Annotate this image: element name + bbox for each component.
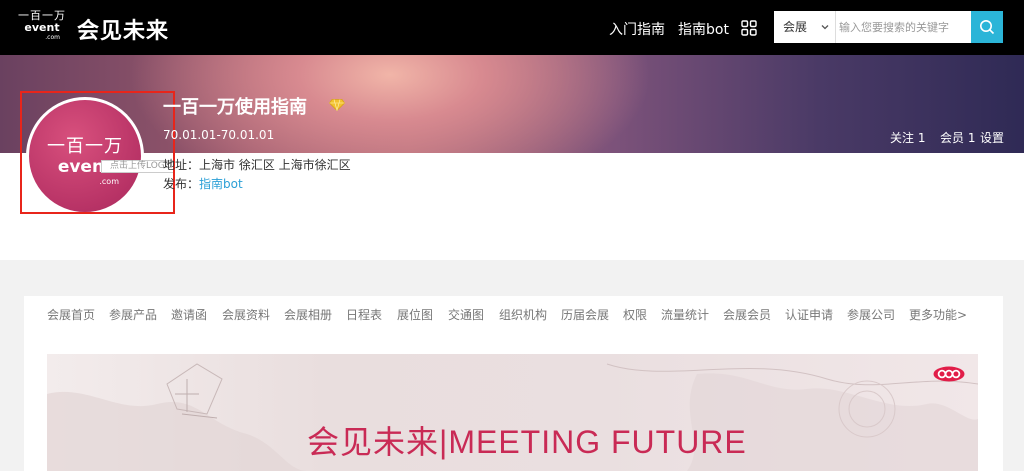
tab-members[interactable]: 会展会员 [723, 306, 771, 323]
tab-invitation[interactable]: 邀请函 [171, 306, 207, 323]
tab-products[interactable]: 参展产品 [109, 306, 157, 323]
search-icon [980, 20, 995, 35]
page-title: 一百一万使用指南 [163, 97, 307, 118]
settings-link[interactable]: 设置 [980, 129, 1004, 146]
search-button[interactable] [971, 11, 1003, 43]
event-address: 地址：上海市 徐汇区 上海市徐汇区 [163, 158, 351, 172]
chevron-down-icon [821, 25, 829, 30]
publisher-line: 发布：指南bot [163, 175, 243, 192]
tab-past-events[interactable]: 历届会展 [561, 306, 609, 323]
site-logo[interactable]: 一百一万 event .com [18, 10, 66, 44]
nav-guide-bot[interactable]: 指南bot [678, 19, 729, 39]
avatar-highlight-box [20, 91, 175, 214]
tab-materials[interactable]: 会展资料 [222, 306, 270, 323]
grid-apps-icon[interactable] [741, 20, 757, 36]
tab-home[interactable]: 会展首页 [47, 306, 95, 323]
tab-exhibitors[interactable]: 参展公司 [847, 306, 895, 323]
hero-slogan-text: 会见未来|MEETING FUTURE [307, 424, 747, 460]
publisher-label: 发布： [163, 177, 200, 191]
follow-count[interactable]: 关注 1 [890, 129, 925, 146]
diamond-icon [329, 99, 345, 111]
logo-domain-text: .com [45, 34, 60, 41]
top-navbar: 一百一万 event .com 会见未来 入门指南 指南bot 会展 [0, 0, 1024, 55]
search-bar: 会展 [774, 11, 1003, 43]
tab-schedule[interactable]: 日程表 [346, 306, 382, 323]
tab-booth-map[interactable]: 展位图 [397, 306, 433, 323]
tab-traffic-stats[interactable]: 流量统计 [661, 306, 709, 323]
logo-event-text: event [24, 21, 60, 34]
tab-permissions[interactable]: 权限 [623, 306, 647, 323]
member-count[interactable]: 会员 1 [940, 129, 975, 146]
tab-more[interactable]: 更多功能> [909, 306, 967, 323]
search-category-value: 会展 [783, 20, 808, 34]
tab-organization[interactable]: 组织机构 [499, 306, 547, 323]
tab-certification[interactable]: 认证申请 [785, 306, 833, 323]
search-category-select[interactable]: 会展 [774, 11, 836, 43]
event-logo-icon [933, 366, 965, 382]
search-input[interactable] [837, 11, 971, 43]
site-slogan: 会见未来 [77, 19, 170, 44]
nav-getting-started[interactable]: 入门指南 [609, 19, 665, 39]
tab-album[interactable]: 会展相册 [284, 306, 332, 323]
tab-traffic-map[interactable]: 交通图 [448, 306, 484, 323]
publisher-link[interactable]: 指南bot [199, 177, 243, 191]
event-dates: 70.01.01-70.01.01 [163, 128, 275, 142]
hero-banner-image: 会见未来|MEETING FUTURE [47, 354, 978, 471]
